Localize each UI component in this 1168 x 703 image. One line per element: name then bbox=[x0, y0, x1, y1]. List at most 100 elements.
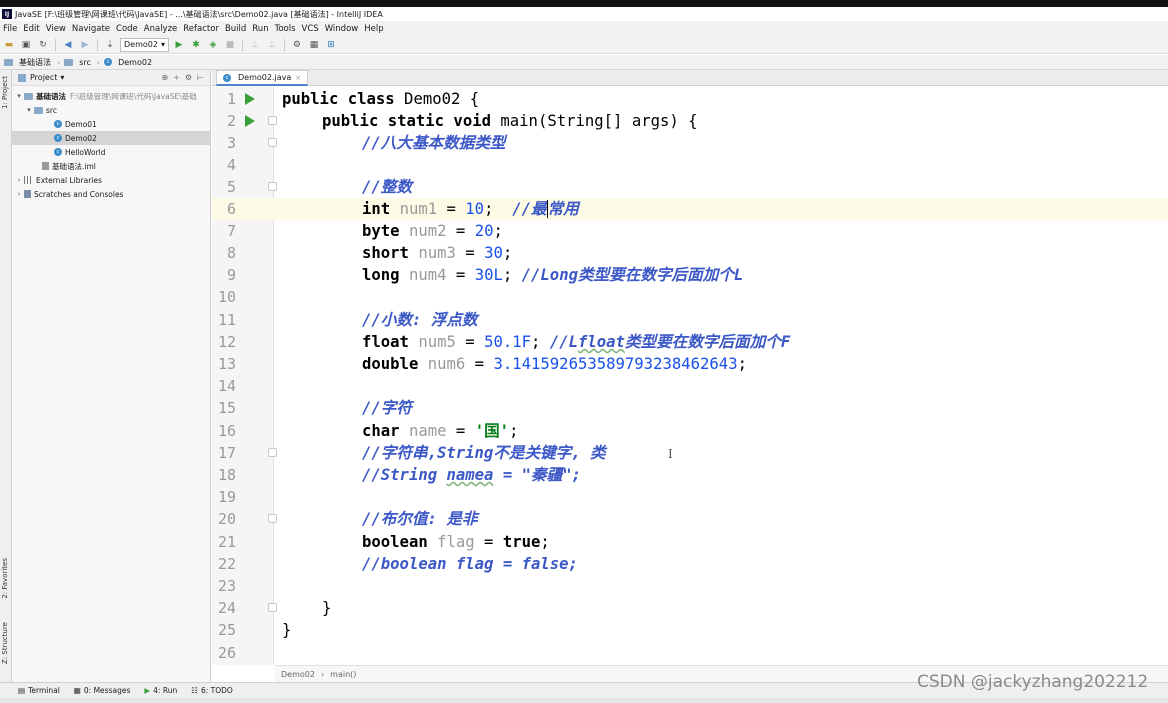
line-number: 1 bbox=[226, 90, 236, 108]
fold-icon[interactable] bbox=[268, 138, 277, 147]
screen-top-edge bbox=[0, 0, 1168, 7]
open-icon[interactable]: ▬ bbox=[2, 38, 16, 52]
line-number: 16 bbox=[217, 422, 236, 440]
menu-file[interactable]: File bbox=[0, 24, 20, 34]
module-name: 基础语法 bbox=[36, 91, 66, 101]
line-number: 20 bbox=[217, 510, 236, 528]
menu-view[interactable]: View bbox=[43, 24, 69, 34]
keyword: true bbox=[502, 533, 541, 551]
fold-icon[interactable] bbox=[268, 116, 277, 125]
chevron-down-icon[interactable]: ▾ bbox=[60, 73, 64, 82]
chevron-right-icon[interactable]: › bbox=[14, 190, 24, 198]
code-line: char name = '国'; bbox=[362, 420, 518, 442]
tool-messages[interactable]: ▦ 0: Messages bbox=[74, 686, 131, 695]
comment: //八大基本数据类型 bbox=[362, 134, 506, 152]
tab-project[interactable]: 1: Project bbox=[1, 76, 9, 109]
tree-node-module[interactable]: ▾ 基础语法 F:\班级管理\网课班\代码\JavaSE\基础 bbox=[12, 89, 210, 103]
navbar-crumb-src[interactable]: src bbox=[64, 58, 97, 67]
tool-todo[interactable]: ☷ 6: TODO bbox=[191, 686, 233, 695]
tree-node-external-libraries[interactable]: › External Libraries bbox=[12, 173, 210, 187]
run-gutter-icon[interactable] bbox=[245, 115, 255, 127]
menu-edit[interactable]: Edit bbox=[20, 24, 42, 34]
menu-vcs[interactable]: VCS bbox=[299, 24, 322, 34]
variable: num5 bbox=[418, 333, 456, 351]
menu-build[interactable]: Build bbox=[222, 24, 249, 34]
code-editor[interactable] bbox=[275, 87, 1168, 665]
sync-icon[interactable]: ↻ bbox=[36, 38, 50, 52]
save-icon[interactable]: ▣ bbox=[19, 38, 33, 52]
code-line: //String namea = "秦疆"; bbox=[362, 464, 581, 486]
settings-icon[interactable]: ⚙ bbox=[290, 38, 304, 52]
scratches-label: Scratches and Consoles bbox=[34, 189, 124, 199]
sdk-icon[interactable]: ⊞ bbox=[324, 38, 338, 52]
fold-icon[interactable] bbox=[268, 514, 277, 523]
tree-node-class[interactable]: c HelloWorld bbox=[12, 145, 210, 159]
menu-window[interactable]: Window bbox=[322, 24, 362, 34]
tab-favorites[interactable]: 2: Favorites bbox=[1, 558, 9, 599]
project-panel-title[interactable]: Project bbox=[30, 73, 57, 82]
menu-navigate[interactable]: Navigate bbox=[69, 24, 113, 34]
external-libraries-label: External Libraries bbox=[36, 175, 102, 185]
code-line: short num3 = 30; bbox=[362, 242, 512, 264]
navbar-crumb-class[interactable]: c Demo02 bbox=[104, 58, 158, 67]
code-line: } bbox=[282, 619, 291, 641]
number-literal: 20 bbox=[474, 222, 494, 240]
navbar-crumb-module[interactable]: 基础语法 bbox=[4, 57, 57, 68]
menu-run[interactable]: Run bbox=[249, 24, 271, 34]
semicolon: ; bbox=[531, 333, 550, 351]
collapse-icon[interactable]: ÷ bbox=[173, 73, 180, 82]
debug-icon[interactable]: ✱ bbox=[189, 38, 203, 52]
tree-node-scratches[interactable]: › Scratches and Consoles bbox=[12, 187, 210, 201]
tool-terminal[interactable]: ▤ Terminal bbox=[18, 686, 60, 695]
variable: flag bbox=[437, 533, 475, 551]
locate-icon[interactable]: ⊕ bbox=[161, 73, 168, 82]
breadcrumb-method[interactable]: main() bbox=[330, 670, 356, 679]
forward-icon[interactable]: ▶ bbox=[78, 38, 92, 52]
tab-structure[interactable]: Z: Structure bbox=[1, 622, 9, 664]
coverage-icon[interactable]: ◈ bbox=[206, 38, 220, 52]
fold-icon[interactable] bbox=[268, 182, 277, 191]
toolbar-separator bbox=[241, 38, 243, 51]
number-literal: 30 bbox=[484, 244, 503, 262]
chevron-down-icon[interactable]: ▾ bbox=[14, 92, 24, 100]
vcs-icon[interactable]: ⊥ bbox=[265, 38, 279, 52]
tree-node-class-selected[interactable]: c Demo02 bbox=[12, 131, 210, 145]
tree-node-iml[interactable]: 基础语法.iml bbox=[12, 159, 210, 173]
code-line: long num4 = 30L; //Long类型要在数字后面加个L bbox=[362, 264, 743, 286]
menu-help[interactable]: Help bbox=[361, 24, 386, 34]
fold-icon[interactable] bbox=[268, 603, 277, 612]
breadcrumb-class[interactable]: Demo02 bbox=[281, 670, 315, 679]
chevron-down-icon[interactable]: ▾ bbox=[24, 106, 34, 114]
chevron-right-icon[interactable]: › bbox=[14, 176, 24, 184]
tool-run[interactable]: ▶ 4: Run bbox=[144, 686, 177, 695]
profile-icon[interactable]: ⊥ bbox=[248, 38, 262, 52]
tree-node-src[interactable]: ▾ src bbox=[12, 103, 210, 117]
run-gutter-icon[interactable] bbox=[245, 93, 255, 105]
menu-tools[interactable]: Tools bbox=[272, 24, 299, 34]
close-icon[interactable]: × bbox=[295, 74, 301, 82]
tree-node-class[interactable]: c Demo01 bbox=[12, 117, 210, 131]
stop-icon[interactable]: ■ bbox=[223, 38, 237, 52]
code-line: float num5 = 50.1F; //Lfloat类型要在数字后面加个F bbox=[362, 331, 790, 353]
menu-code[interactable]: Code bbox=[113, 24, 141, 34]
iml-label: 基础语法.iml bbox=[52, 161, 96, 171]
back-icon[interactable]: ◀ bbox=[61, 38, 75, 52]
semicolon: ; bbox=[484, 200, 513, 218]
build-icon[interactable]: ⇣ bbox=[103, 38, 117, 52]
run-configuration-select[interactable]: Demo02 ▾ bbox=[120, 37, 169, 52]
gear-icon[interactable]: ⚙ bbox=[185, 73, 192, 82]
keyword: public class bbox=[282, 90, 395, 108]
run-icon[interactable]: ▶ bbox=[172, 38, 186, 52]
menu-refactor[interactable]: Refactor bbox=[180, 24, 222, 34]
menu-analyze[interactable]: Analyze bbox=[141, 24, 181, 34]
editor-tab-demo02[interactable]: c Demo02.java × bbox=[216, 70, 309, 86]
chevron-down-icon: ▾ bbox=[160, 40, 165, 49]
fold-icon[interactable] bbox=[268, 448, 277, 457]
structure-icon[interactable]: ▦ bbox=[307, 38, 321, 52]
hide-icon[interactable]: ⊢ bbox=[197, 73, 204, 82]
variable: name bbox=[408, 422, 447, 440]
folder-icon bbox=[64, 58, 74, 66]
class-icon: c bbox=[54, 120, 62, 128]
line-number: 14 bbox=[217, 377, 236, 395]
class-icon: c bbox=[104, 58, 113, 66]
